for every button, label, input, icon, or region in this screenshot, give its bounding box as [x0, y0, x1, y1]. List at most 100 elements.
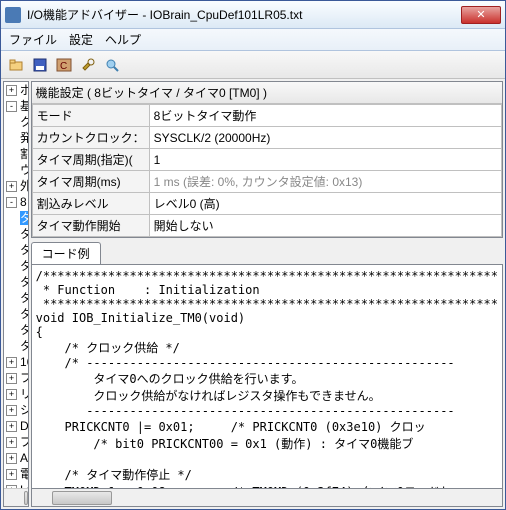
tree-h-scrollbar[interactable]: [4, 488, 28, 506]
tree-item[interactable]: +ブザー: [4, 434, 28, 450]
expand-icon[interactable]: +: [6, 357, 17, 368]
collapse-icon[interactable]: -: [6, 197, 17, 208]
property-value[interactable]: レベル0 (高): [149, 193, 501, 215]
tree-item-label[interactable]: ポート: [20, 83, 28, 97]
tree-item-label[interactable]: 外部割込み: [20, 179, 28, 193]
property-row[interactable]: タイマ周期(指定)(1: [32, 149, 501, 171]
window-title: I/O機能アドバイザー - IOBrain_CpuDef101LR05.txt: [27, 6, 461, 23]
tree-item[interactable]: 割込み: [18, 146, 28, 162]
app-icon: [5, 7, 21, 23]
property-key: タイマ周期(指定)(: [32, 149, 149, 171]
menubar: ファイル 設定 ヘルプ: [1, 29, 505, 51]
tree-item-label[interactable]: タイマ0+タイ: [20, 307, 28, 321]
tree-item[interactable]: -8ビットタイマ: [4, 194, 28, 210]
tree-item-label[interactable]: 電源電圧検知: [20, 467, 28, 481]
property-row[interactable]: 割込みレベルレベル0 (高): [32, 193, 501, 215]
tree-item[interactable]: タイマ2+タイ: [18, 322, 28, 338]
tree-item-label[interactable]: タイマ5: [20, 291, 28, 305]
tree-item-label[interactable]: DMA転送: [20, 419, 28, 433]
tree-item-label[interactable]: シリアルインタ: [20, 403, 28, 417]
tree-item[interactable]: タイマ0+タイ: [18, 306, 28, 322]
tree-item[interactable]: クロック: [18, 114, 28, 130]
property-row[interactable]: モード8ビットタイマ動作: [32, 105, 501, 127]
property-value[interactable]: 開始しない: [149, 215, 501, 237]
tree-root[interactable]: +ポート-基本機能クロック発振安定待ち割込みウオッチドッ+外部割込み-8ビットタ…: [4, 82, 28, 488]
property-row[interactable]: タイマ周期(ms)1 ms (誤差: 0%, カウンタ設定値: 0x13): [32, 171, 501, 193]
tree-item-label[interactable]: タイマ2+タイ: [20, 323, 28, 337]
tree-item[interactable]: タイマ4+タイ: [18, 338, 28, 354]
tree-item-label[interactable]: A/D変換: [20, 451, 28, 465]
titlebar: I/O機能アドバイザー - IOBrain_CpuDef101LR05.txt …: [1, 1, 505, 29]
property-row[interactable]: カウントクロック：SYSCLK/2 (20000Hz): [32, 127, 501, 149]
tree-item-label[interactable]: タイマ0: [20, 211, 28, 225]
expand-icon[interactable]: +: [6, 437, 17, 448]
tree-item[interactable]: +外部割込み: [4, 178, 28, 194]
tree-item-label[interactable]: タイマ3: [20, 259, 28, 273]
tree-item-label[interactable]: リアルタイムク: [20, 387, 28, 401]
code-area[interactable]: /***************************************…: [31, 264, 503, 489]
expand-icon[interactable]: +: [6, 421, 17, 432]
tree-item[interactable]: タイマ1: [18, 226, 28, 242]
search-icon[interactable]: [103, 56, 121, 74]
tree-item-label[interactable]: ウオッチドッ: [20, 163, 28, 177]
tree-item-label[interactable]: タイマ4: [20, 275, 28, 289]
property-key: タイマ周期(ms): [32, 171, 149, 193]
tree-item[interactable]: +フリーラン・タイ: [4, 370, 28, 386]
tree-item[interactable]: タイマ0: [18, 210, 28, 226]
tree-item[interactable]: ウオッチドッ: [18, 162, 28, 178]
tree-item-label[interactable]: 16ビットタイマ: [20, 355, 28, 369]
tree-item[interactable]: +電源電圧検知: [4, 466, 28, 482]
code-h-scrollbar[interactable]: [31, 489, 503, 507]
tree-item[interactable]: +シリアルインタ: [4, 402, 28, 418]
property-key: モード: [32, 105, 149, 127]
tree-item-label[interactable]: 発振安定待ち: [20, 131, 28, 145]
tree-item-label[interactable]: フリーラン・タイ: [20, 371, 28, 385]
tree-item-label[interactable]: ブザー: [20, 435, 28, 449]
tree-item-label[interactable]: クロック: [20, 115, 28, 129]
tab-row: コード例: [31, 242, 503, 264]
menu-file[interactable]: ファイル: [9, 31, 57, 48]
tab-code-example[interactable]: コード例: [31, 242, 101, 264]
tree-item-label[interactable]: 8ビットタイマ: [20, 195, 28, 209]
property-row[interactable]: タイマ動作開始開始しない: [32, 215, 501, 237]
expand-icon[interactable]: +: [6, 181, 17, 192]
open-icon[interactable]: [7, 56, 25, 74]
tree-item-label[interactable]: 基本機能: [20, 99, 28, 113]
expand-icon[interactable]: +: [6, 485, 17, 488]
menu-help[interactable]: ヘルプ: [105, 31, 141, 48]
tree-item[interactable]: +DMA転送: [4, 418, 28, 434]
tree-item[interactable]: タイマ5: [18, 290, 28, 306]
tree-item-label[interactable]: タイマ4+タイ: [20, 339, 28, 353]
tree-item[interactable]: タイマ4: [18, 274, 28, 290]
expand-icon[interactable]: +: [6, 469, 17, 480]
property-value[interactable]: 1 ms (誤差: 0%, カウンタ設定値: 0x13): [149, 171, 501, 193]
expand-icon[interactable]: +: [6, 453, 17, 464]
save-icon[interactable]: [31, 56, 49, 74]
menu-settings[interactable]: 設定: [69, 31, 93, 48]
collapse-icon[interactable]: -: [6, 101, 17, 112]
tree-item[interactable]: +ポート: [4, 82, 28, 98]
close-button[interactable]: ✕: [461, 6, 501, 24]
tree-item[interactable]: +リアルタイムク: [4, 386, 28, 402]
expand-icon[interactable]: +: [6, 373, 17, 384]
tree-item[interactable]: +A/D変換: [4, 450, 28, 466]
property-key: 割込みレベル: [32, 193, 149, 215]
c-icon[interactable]: C: [55, 56, 73, 74]
tree-item[interactable]: タイマ3: [18, 258, 28, 274]
tree-item-label[interactable]: タイマ1: [20, 227, 28, 241]
expand-icon[interactable]: +: [6, 389, 17, 400]
tools-icon[interactable]: [79, 56, 97, 74]
tree-item[interactable]: タイマ2: [18, 242, 28, 258]
tree-item-label[interactable]: タイマ2: [20, 243, 28, 257]
svg-text:C: C: [60, 61, 67, 72]
property-value[interactable]: 1: [149, 149, 501, 171]
tree-item[interactable]: 発振安定待ち: [18, 130, 28, 146]
property-value[interactable]: 8ビットタイマ動作: [149, 105, 501, 127]
properties-header: 機能設定 ( 8ビットタイマ / タイマ0 [TM0] ): [32, 82, 502, 104]
tree-item[interactable]: -基本機能: [4, 98, 28, 114]
property-value[interactable]: SYSCLK/2 (20000Hz): [149, 127, 501, 149]
expand-icon[interactable]: +: [6, 405, 17, 416]
expand-icon[interactable]: +: [6, 85, 17, 96]
tree-item[interactable]: +16ビットタイマ: [4, 354, 28, 370]
tree-item-label[interactable]: 割込み: [20, 147, 28, 161]
